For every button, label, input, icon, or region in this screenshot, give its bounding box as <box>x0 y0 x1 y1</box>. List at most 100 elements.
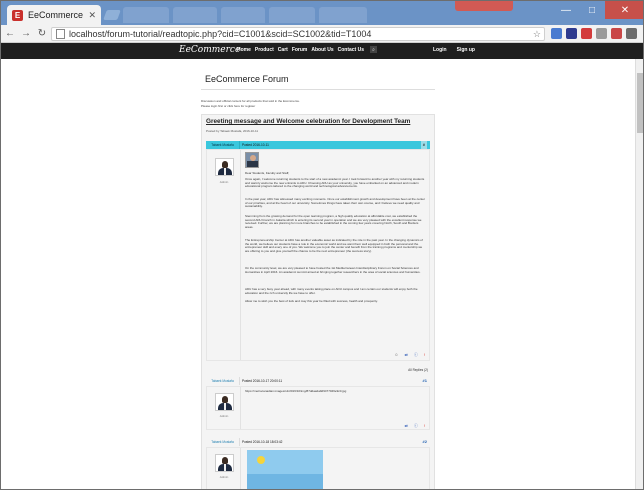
avatar <box>215 454 234 472</box>
url-text[interactable]: localhost/forum-tutorial/readtopic.php?c… <box>69 29 533 39</box>
avatar <box>215 158 234 176</box>
post-number: # <box>420 141 427 149</box>
post-date: Posted 2016-10-11 <box>242 143 269 147</box>
address-bar[interactable]: localhost/forum-tutorial/readtopic.php?c… <box>51 27 545 41</box>
site-brand[interactable]: EeCommerce <box>179 45 240 55</box>
page-scrollbar[interactable] <box>635 59 643 489</box>
extension-icon[interactable] <box>581 28 592 39</box>
all-replies-count: All Replies (2) <box>408 368 428 372</box>
back-arrow-icon[interactable]: ← <box>3 27 17 41</box>
post-author[interactable]: Tabaek Mustafa <box>206 377 240 385</box>
share-icon[interactable]: ⇄ <box>405 352 408 358</box>
post-image <box>245 152 259 168</box>
page-description: Discussion and official content for all … <box>201 99 300 103</box>
author-column: Admin <box>207 387 241 429</box>
post-number: #2 <box>422 439 427 444</box>
author-role: Admin <box>219 475 229 479</box>
brand-name: EeCommerce <box>179 45 241 55</box>
extension-icon[interactable] <box>551 28 562 39</box>
tab-eecommerce[interactable]: E EeCommerce ✕ <box>7 5 101 25</box>
background-tab[interactable] <box>319 7 367 23</box>
favicon-icon: E <box>12 9 23 21</box>
post-body: Admin Dear Students, Faculty and Staff, … <box>206 149 430 361</box>
author-column: Admin <box>207 150 241 360</box>
post-author[interactable]: Tabaek Mustafa <box>206 141 240 149</box>
minimize-icon[interactable]: — <box>553 1 579 19</box>
background-tab[interactable] <box>123 7 169 23</box>
avatar <box>215 393 234 411</box>
info-icon[interactable]: ⓘ <box>414 423 418 429</box>
profile-tab[interactable] <box>455 1 513 11</box>
post-date: Posted 2016-10-18 18:03:42 <box>242 440 283 444</box>
author-column: Admin <box>207 448 241 489</box>
post-header: Tabaek Mustafa Posted 2016-10-11 # <box>206 141 430 149</box>
post-paragraph: Allow me to wish you the best of luck an… <box>245 299 378 303</box>
post-header: Tabaek Mustafa Posted 2016-10-18 18:03:4… <box>206 438 430 446</box>
maximize-icon[interactable]: □ <box>579 1 605 19</box>
browser-toolbar: ← → ↻ localhost/forum-tutorial/readtopic… <box>1 25 643 43</box>
post-paragraph: Dear Students, Faculty and Staff, <box>245 171 290 175</box>
attached-image[interactable] <box>247 450 323 489</box>
auth-links: Login Sign up <box>423 47 475 53</box>
post-actions: ⇄ ⓘ ! <box>399 423 425 429</box>
post-actions: ☺ ⇄ ⓘ ! <box>388 352 425 358</box>
post-number: #1 <box>422 378 427 383</box>
exclamation-icon[interactable]: ! <box>424 423 425 429</box>
menu-item-cart[interactable]: Cart <box>278 47 288 53</box>
site-navbar: EeCommerce Home Product Cart Forum About… <box>1 43 643 59</box>
share-icon[interactable]: ⇄ <box>405 423 408 429</box>
author-role: Admin <box>219 180 229 184</box>
post-date: Posted 2016-10-17 20:00:11 <box>242 379 283 383</box>
menu-item-product[interactable]: Product <box>255 47 274 53</box>
background-tab[interactable] <box>221 7 265 23</box>
menu-item-about-us[interactable]: About Us <box>311 47 333 53</box>
topic-container: Greeting message and Welcome celebration… <box>201 114 435 489</box>
tab-title: EeCommerce <box>28 10 84 20</box>
login-note[interactable]: Please login first or click here for reg… <box>201 104 255 108</box>
author-role: Admin <box>219 414 229 418</box>
exclamation-icon[interactable]: ! <box>424 352 425 358</box>
post-body: Admin https://metrocanadian.images/s1/20… <box>206 386 430 430</box>
close-window-icon[interactable]: ✕ <box>605 1 643 19</box>
login-link[interactable]: Login <box>433 47 447 53</box>
tab-close-icon[interactable]: ✕ <box>88 10 96 21</box>
post-paragraph: Once again, I welcome returning students… <box>245 177 425 189</box>
window-controls: — □ ✕ <box>553 1 643 19</box>
page-title: EeCommerce Forum <box>205 74 289 84</box>
menu-item-home[interactable]: Home <box>237 47 251 53</box>
page-icon <box>56 29 65 39</box>
menu-item-contact-us[interactable]: Contact Us <box>338 47 364 53</box>
post-header: Tabaek Mustafa Posted 2016-10-17 20:00:1… <box>206 377 430 385</box>
tab-strip: E EeCommerce ✕ — □ ✕ <box>1 1 643 25</box>
post-paragraph: ADU has a very busy year ahead, with man… <box>245 287 418 295</box>
signup-link[interactable]: Sign up <box>457 47 475 53</box>
post-paragraph: Stemming from the growing demand for the… <box>245 214 422 229</box>
post-paragraph: In the past year, ADU has witnessed many… <box>245 197 425 209</box>
extension-icon[interactable] <box>566 28 577 39</box>
info-icon[interactable]: ⓘ <box>414 352 418 358</box>
reload-icon[interactable]: ↻ <box>35 27 49 41</box>
menu-item-forum[interactable]: Forum <box>292 47 308 53</box>
scrollbar-thumb[interactable] <box>637 73 643 133</box>
new-tab-button[interactable] <box>103 10 121 20</box>
extension-icon[interactable] <box>596 28 607 39</box>
extension-icon[interactable] <box>611 28 622 39</box>
extension-bar: ⋮ <box>551 28 643 42</box>
like-icon[interactable]: ☺ <box>394 352 398 358</box>
background-tab[interactable] <box>269 7 315 23</box>
post-author[interactable]: Tabaek Mustafa <box>206 438 240 446</box>
star-icon[interactable]: ☆ <box>533 29 541 40</box>
post-body: Admin <box>206 447 430 489</box>
search-icon[interactable]: ⌕ <box>370 46 378 53</box>
title-divider <box>201 89 435 90</box>
topic-title: Greeting message and Welcome celebration… <box>206 118 411 125</box>
post-paragraph: The Entrepreneurship Center at ADU has a… <box>245 238 423 253</box>
background-tab[interactable] <box>173 7 217 23</box>
forward-arrow-icon[interactable]: → <box>19 27 33 41</box>
extension-icon[interactable] <box>626 28 637 39</box>
browser-window: E EeCommerce ✕ — □ ✕ ← → ↻ localhost/for… <box>0 0 644 490</box>
post-link[interactable]: https://metrocanadian.images/s1/2016/10/… <box>245 389 346 393</box>
topic-meta: Posted by Tabaek Mustafa, 2016-10-11 <box>206 129 259 133</box>
post-paragraph: On the community level, we are very plea… <box>245 266 421 274</box>
site-menu: Home Product Cart Forum About Us Contact… <box>237 46 378 53</box>
